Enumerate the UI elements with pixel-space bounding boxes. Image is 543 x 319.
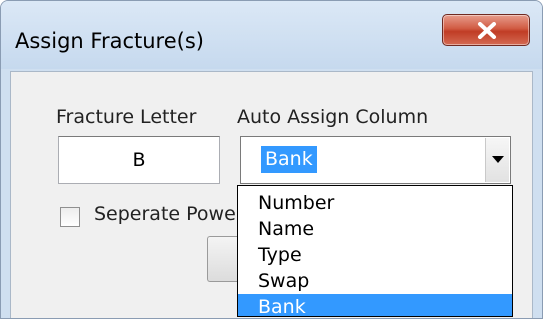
auto-assign-column-label: Auto Assign Column xyxy=(237,106,429,128)
separate-power-label: Seperate Powe xyxy=(94,203,236,225)
dropdown-option-swap[interactable]: Swap xyxy=(238,268,512,294)
assign-fractures-dialog: Assign Fracture(s) Fracture Letter B Aut… xyxy=(0,0,543,319)
window-title: Assign Fracture(s) xyxy=(15,29,204,53)
fracture-letter-label: Fracture Letter xyxy=(56,106,197,128)
close-icon xyxy=(478,22,496,39)
title-bar[interactable]: Assign Fracture(s) xyxy=(1,1,542,69)
dropdown-option-name[interactable]: Name xyxy=(238,216,512,242)
dropdown-arrow-button[interactable] xyxy=(485,138,509,182)
auto-assign-selected-value: Bank xyxy=(261,146,317,173)
dropdown-option-number[interactable]: Number xyxy=(238,190,512,216)
separate-power-checkbox[interactable] xyxy=(60,207,80,227)
auto-assign-dropdown-list: Number Name Type Swap Bank xyxy=(237,185,513,317)
close-button[interactable] xyxy=(442,14,530,46)
fracture-letter-input[interactable]: B xyxy=(58,136,220,184)
chevron-down-icon xyxy=(492,156,504,163)
dropdown-option-bank[interactable]: Bank xyxy=(238,294,512,316)
dropdown-option-type[interactable]: Type xyxy=(238,242,512,268)
auto-assign-column-select[interactable]: Bank xyxy=(240,136,511,184)
